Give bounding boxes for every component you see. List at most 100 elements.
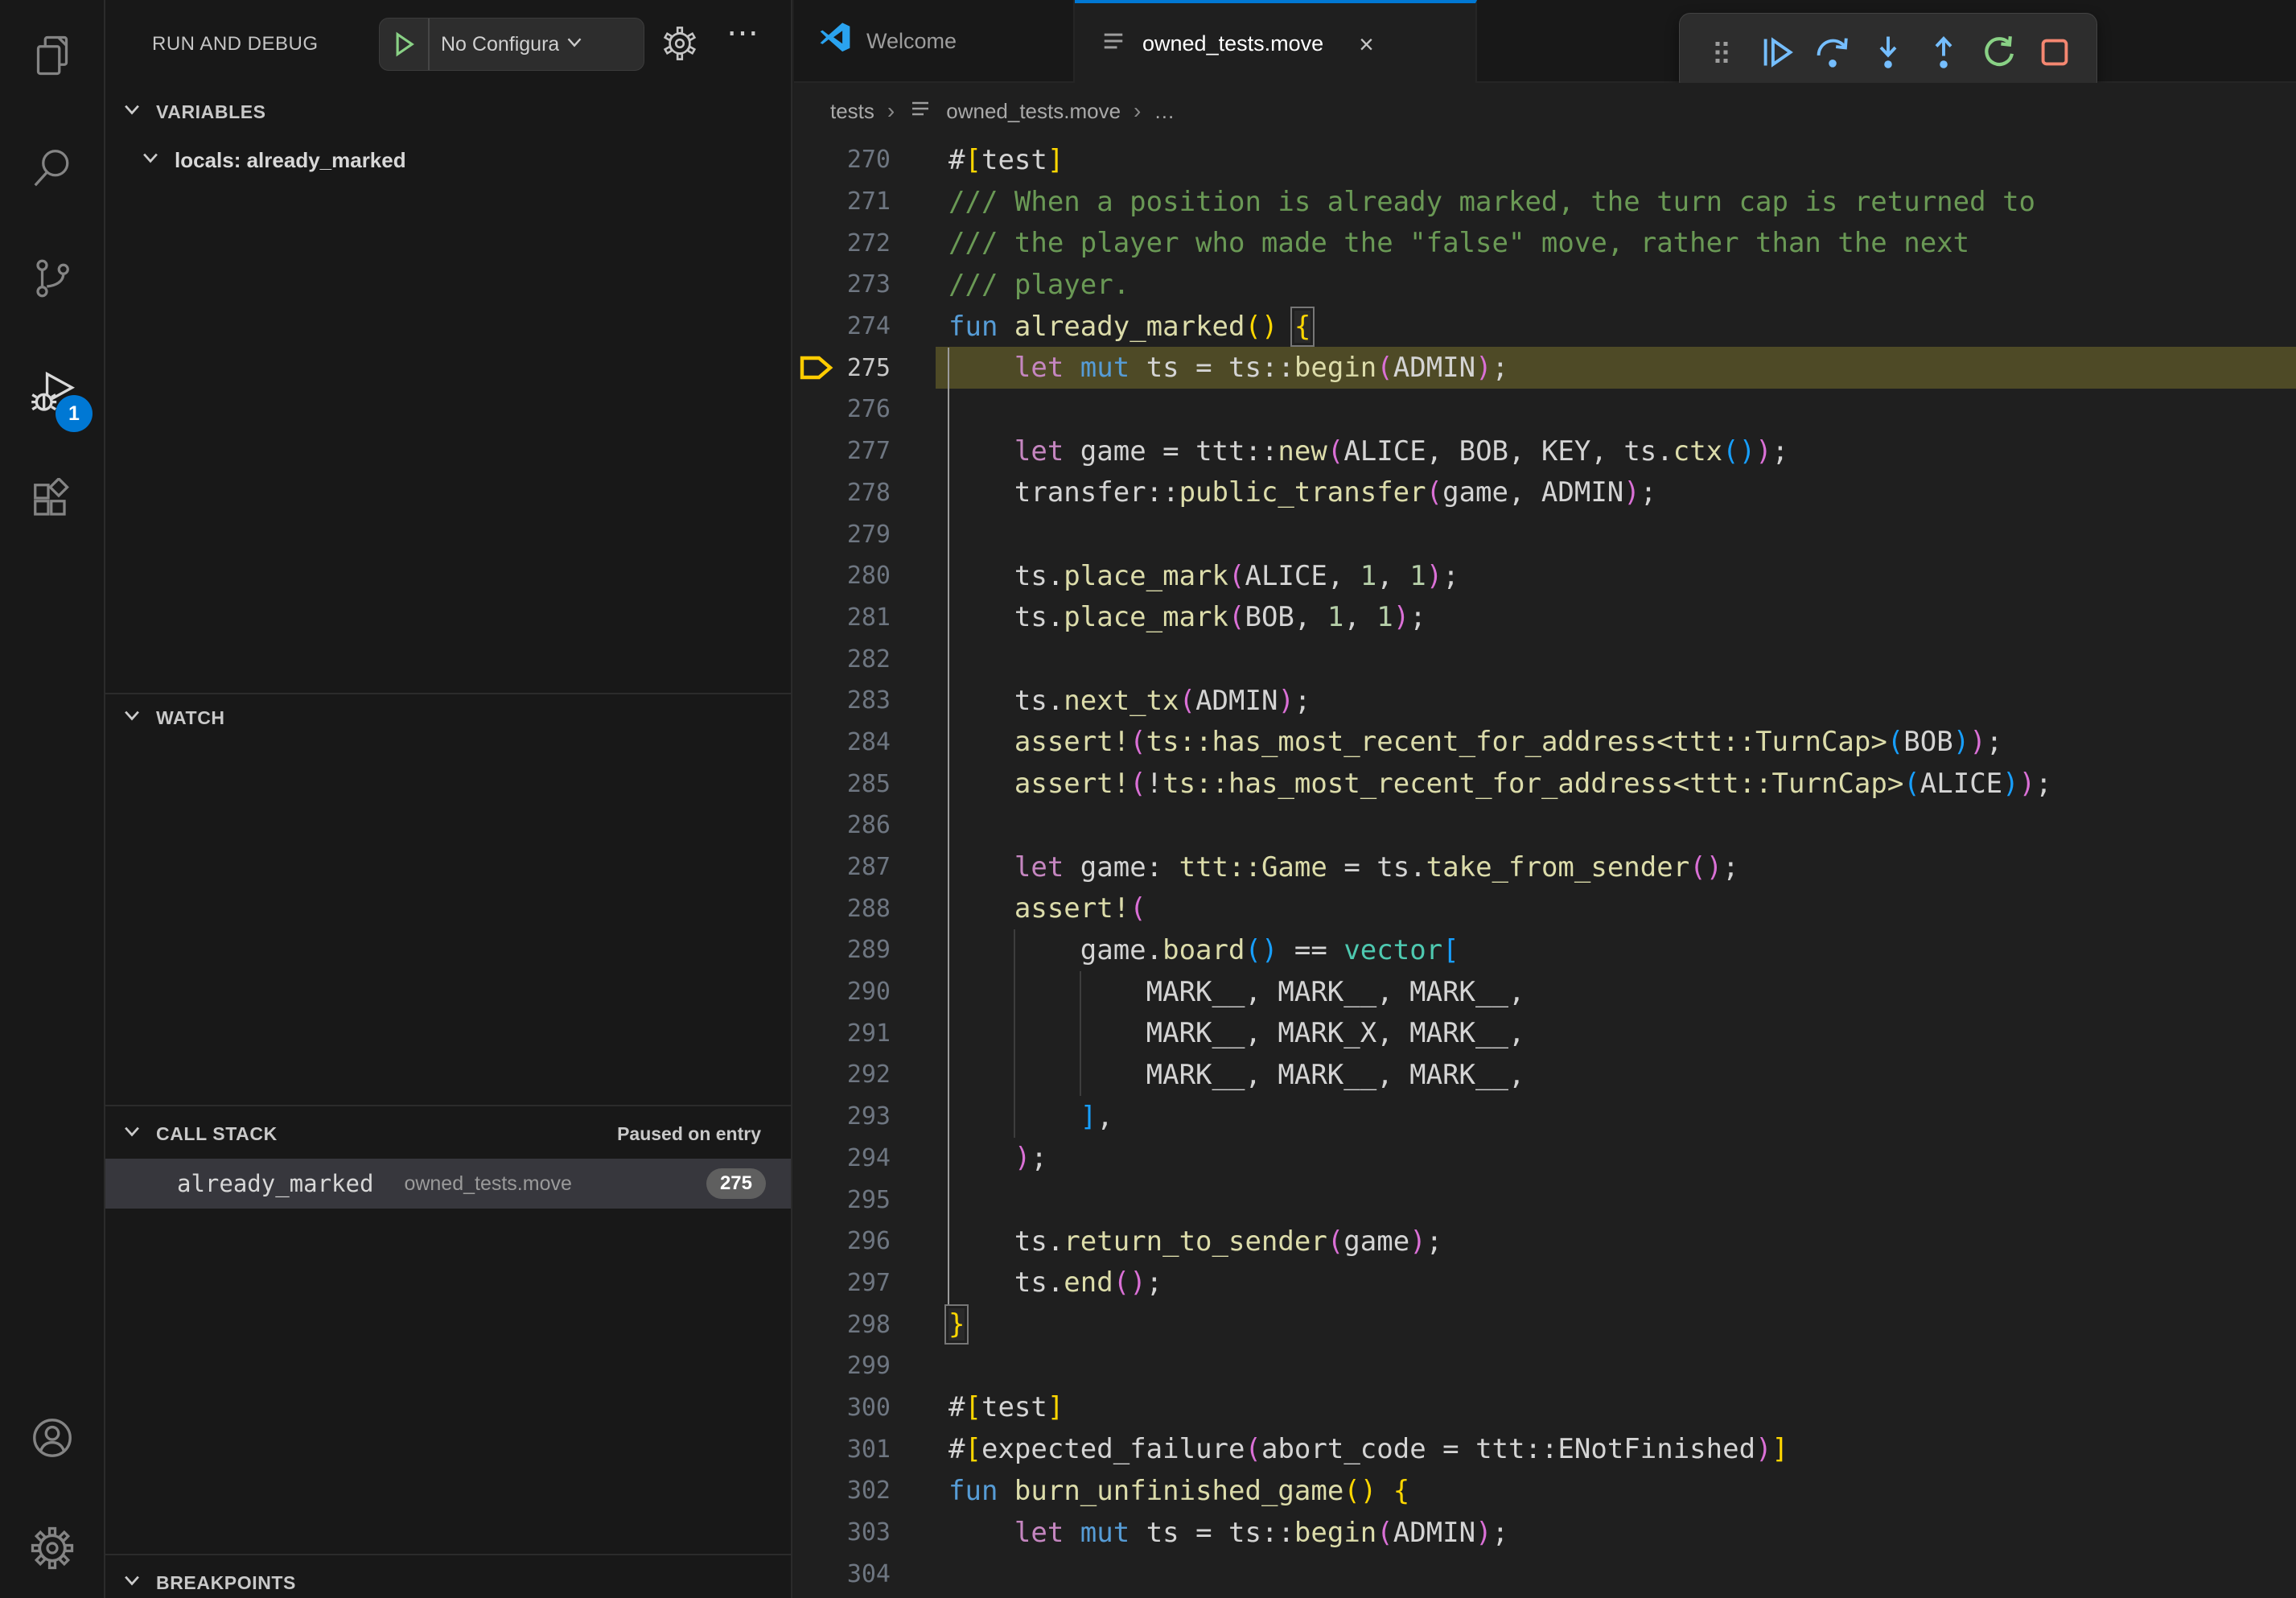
line-number[interactable]: 291 bbox=[839, 1019, 891, 1048]
more-actions-icon[interactable]: ⋯ bbox=[726, 14, 761, 51]
line-number[interactable]: 297 bbox=[839, 1269, 891, 1297]
account-button[interactable] bbox=[0, 1389, 104, 1490]
line-number[interactable]: 276 bbox=[839, 395, 891, 423]
line-number[interactable]: 283 bbox=[839, 686, 891, 715]
line-number[interactable]: 304 bbox=[839, 1560, 891, 1588]
breakpoint-gutter[interactable] bbox=[794, 1345, 839, 1387]
section-watch[interactable]: WATCH bbox=[105, 694, 791, 741]
line-number[interactable]: 278 bbox=[839, 479, 891, 507]
breakpoint-gutter[interactable] bbox=[794, 513, 839, 555]
breakpoint-gutter[interactable] bbox=[794, 763, 839, 805]
sidebar-item-extensions[interactable] bbox=[0, 453, 104, 554]
line-number[interactable]: 303 bbox=[839, 1518, 891, 1547]
sidebar-item-search[interactable] bbox=[0, 119, 104, 220]
line-number[interactable]: 301 bbox=[839, 1435, 891, 1464]
tab-welcome[interactable]: Welcome bbox=[794, 0, 1075, 83]
breakpoint-gutter[interactable] bbox=[794, 555, 839, 597]
restart-icon[interactable] bbox=[1977, 28, 2022, 76]
breakpoint-gutter[interactable] bbox=[794, 264, 839, 306]
step-over-icon[interactable] bbox=[1810, 28, 1855, 76]
breakpoint-gutter[interactable] bbox=[794, 929, 839, 971]
breakpoint-gutter[interactable] bbox=[794, 472, 839, 514]
tab-owned-tests-move[interactable]: owned_tests.move × bbox=[1075, 0, 1477, 84]
breakpoint-gutter[interactable] bbox=[794, 1179, 839, 1221]
step-into-icon[interactable] bbox=[1866, 28, 1911, 76]
line-number[interactable]: 300 bbox=[839, 1394, 891, 1422]
section-variables[interactable]: VARIABLES bbox=[105, 89, 791, 135]
line-number[interactable]: 286 bbox=[839, 811, 891, 839]
line-number[interactable]: 271 bbox=[839, 187, 891, 216]
line-number[interactable]: 287 bbox=[839, 853, 891, 881]
line-number[interactable]: 288 bbox=[839, 895, 891, 923]
breadcrumb-item-file[interactable]: owned_tests.move bbox=[946, 99, 1121, 124]
line-number[interactable]: 293 bbox=[839, 1102, 891, 1131]
line-number[interactable]: 270 bbox=[839, 146, 891, 174]
line-number[interactable]: 275 bbox=[839, 354, 891, 382]
breadcrumb-item-tests[interactable]: tests bbox=[830, 99, 874, 124]
breakpoint-gutter[interactable] bbox=[794, 1428, 839, 1470]
sidebar-item-run-debug[interactable]: 1 bbox=[0, 344, 104, 445]
line-number[interactable]: 296 bbox=[839, 1227, 891, 1255]
line-number[interactable]: 302 bbox=[839, 1477, 891, 1505]
breakpoint-gutter[interactable] bbox=[794, 971, 839, 1013]
breakpoint-gutter[interactable] bbox=[794, 722, 839, 764]
breakpoint-gutter[interactable] bbox=[794, 1012, 839, 1054]
code-editor[interactable]: 270#[test]271/// When a position is alre… bbox=[794, 139, 2296, 1598]
line-number[interactable]: 285 bbox=[839, 770, 891, 798]
stop-icon[interactable] bbox=[2032, 28, 2077, 76]
breakpoint-gutter[interactable] bbox=[794, 805, 839, 846]
breakpoint-gutter[interactable] bbox=[794, 638, 839, 680]
line-number[interactable]: 299 bbox=[839, 1352, 891, 1380]
line-number[interactable]: 281 bbox=[839, 603, 891, 632]
breakpoint-gutter[interactable] bbox=[794, 222, 839, 264]
breakpoint-gutter[interactable] bbox=[794, 1221, 839, 1262]
breakpoint-gutter[interactable] bbox=[794, 139, 839, 181]
section-breakpoints[interactable]: BREAKPOINTS bbox=[105, 1559, 791, 1598]
close-icon[interactable]: × bbox=[1359, 31, 1374, 57]
stack-frame-row[interactable]: already_marked owned_tests.move 275 bbox=[105, 1159, 791, 1209]
line-number[interactable]: 294 bbox=[839, 1144, 891, 1172]
line-number[interactable]: 274 bbox=[839, 312, 891, 340]
breakpoint-gutter[interactable] bbox=[794, 597, 839, 639]
breakpoint-gutter[interactable] bbox=[794, 846, 839, 888]
breakpoint-gutter[interactable] bbox=[794, 1262, 839, 1304]
line-number[interactable]: 282 bbox=[839, 645, 891, 673]
line-number[interactable]: 290 bbox=[839, 978, 891, 1006]
line-number[interactable]: 298 bbox=[839, 1311, 891, 1339]
line-number[interactable]: 279 bbox=[839, 521, 891, 549]
breakpoint-gutter[interactable] bbox=[794, 181, 839, 223]
sidebar-item-explorer[interactable] bbox=[0, 6, 104, 108]
breakpoint-gutter[interactable] bbox=[794, 1096, 839, 1138]
continue-icon[interactable] bbox=[1755, 28, 1800, 76]
debug-settings-gear-icon[interactable] bbox=[660, 24, 699, 68]
toolbar-drag-handle[interactable] bbox=[1699, 28, 1744, 76]
breakpoint-gutter[interactable] bbox=[794, 680, 839, 722]
breakpoint-gutter[interactable] bbox=[794, 1304, 839, 1345]
breakpoint-gutter[interactable] bbox=[794, 306, 839, 348]
sidebar-item-source-control[interactable] bbox=[0, 229, 104, 331]
settings-button[interactable] bbox=[0, 1499, 104, 1598]
breakpoint-gutter[interactable] bbox=[794, 1054, 839, 1096]
breakpoint-gutter[interactable] bbox=[794, 1138, 839, 1180]
breadcrumb-item-symbol[interactable]: … bbox=[1154, 99, 1175, 124]
step-out-icon[interactable] bbox=[1921, 28, 1966, 76]
breakpoint-gutter[interactable] bbox=[794, 888, 839, 929]
line-number[interactable]: 295 bbox=[839, 1186, 891, 1214]
breakpoint-gutter[interactable] bbox=[794, 1470, 839, 1512]
line-number[interactable]: 280 bbox=[839, 562, 891, 590]
variables-scope-locals[interactable]: locals: already_marked bbox=[105, 137, 791, 183]
line-number[interactable]: 273 bbox=[839, 270, 891, 299]
start-debug-button[interactable] bbox=[380, 19, 430, 70]
line-number[interactable]: 284 bbox=[839, 728, 891, 756]
debug-config-dropdown[interactable]: No Configura bbox=[379, 18, 644, 71]
section-call-stack[interactable]: CALL STACK Paused on entry bbox=[105, 1110, 791, 1157]
breakpoint-gutter[interactable] bbox=[794, 389, 839, 430]
breakpoint-gutter[interactable] bbox=[794, 1553, 839, 1595]
line-number[interactable]: 277 bbox=[839, 437, 891, 465]
line-number[interactable]: 289 bbox=[839, 936, 891, 964]
line-number[interactable]: 292 bbox=[839, 1061, 891, 1089]
breakpoint-gutter[interactable] bbox=[794, 1512, 839, 1554]
line-number[interactable]: 272 bbox=[839, 229, 891, 257]
breakpoint-gutter[interactable] bbox=[794, 430, 839, 472]
debug-current-line-icon[interactable] bbox=[794, 347, 839, 389]
